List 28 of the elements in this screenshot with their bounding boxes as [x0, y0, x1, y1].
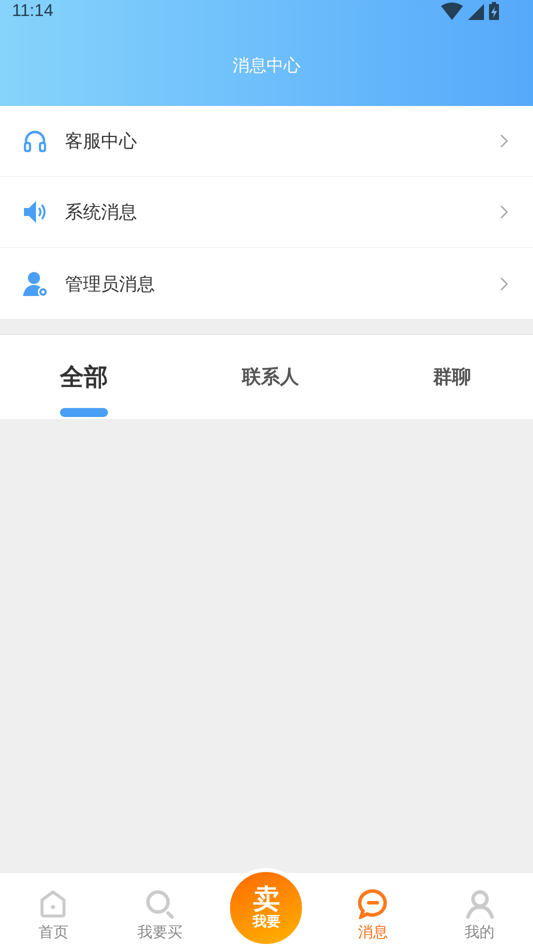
battery-icon [489, 2, 499, 20]
tab[interactable]: 联系人 [242, 358, 299, 396]
page-title: 消息中心 [232, 55, 300, 77]
chevron-right-icon [499, 204, 509, 220]
chat-bubble-icon [358, 889, 388, 919]
nav-tab[interactable]: 首页 [0, 889, 107, 942]
headset-icon [22, 128, 48, 154]
menu-label: 客服中心 [65, 130, 138, 153]
tab[interactable]: 全部 [60, 355, 108, 399]
tab[interactable]: 群聊 [433, 358, 471, 396]
menu-label: 管理员消息 [65, 272, 156, 296]
chevron-right-icon [499, 133, 509, 149]
menu-label: 系统消息 [65, 201, 138, 224]
admin-user-icon [22, 270, 48, 296]
menu-item[interactable]: 管理员消息 [0, 248, 533, 319]
menu-item[interactable]: 系统消息 [0, 177, 533, 248]
search-icon [144, 889, 175, 919]
signal-icon [468, 4, 484, 20]
chevron-right-icon [499, 276, 509, 292]
status-time: 11:14 [12, 1, 54, 21]
nav-tab[interactable]: 我的 [426, 889, 533, 942]
speaker-icon [22, 199, 48, 225]
home-icon [38, 889, 68, 919]
user-icon [464, 889, 495, 919]
tab-indicator [60, 408, 108, 417]
wifi-icon [441, 2, 463, 20]
nav-tab[interactable]: 我要买 [106, 889, 214, 942]
menu-item[interactable]: 客服中心 [0, 106, 533, 177]
